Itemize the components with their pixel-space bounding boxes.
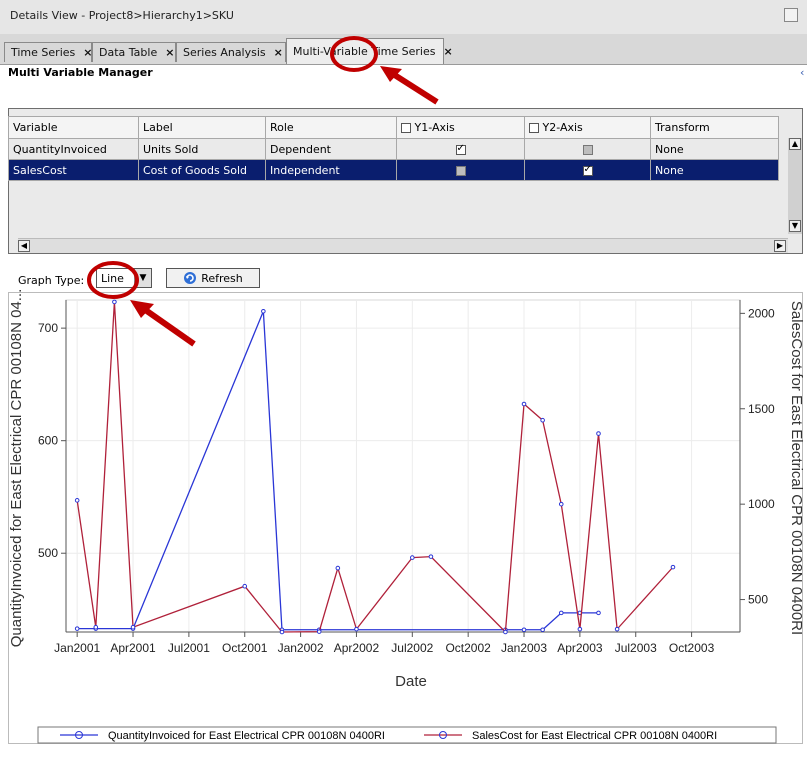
y2-tick-label: 1000 [748, 497, 775, 511]
x-tick-label: Jan2003 [501, 641, 547, 655]
series-salescost-point [279, 629, 285, 635]
legend-label-series-2: SalesCost for East Electrical CPR 00108N… [472, 730, 717, 742]
series-quantity-point [74, 626, 80, 631]
x-tick-label: Jan2001 [54, 641, 100, 655]
x-tick-label: Oct2003 [669, 641, 715, 655]
annotation-circle-graphtype [87, 261, 139, 299]
series-quantity-point [596, 610, 601, 616]
y-tick-label: 500 [38, 546, 58, 560]
x-tick-label: Jul2003 [615, 641, 657, 655]
annotation-overlays [87, 36, 439, 347]
y-tick-label: 700 [38, 321, 58, 335]
series-salescost-point [577, 626, 583, 632]
x-tick-label: Apr2001 [110, 641, 156, 655]
legend-label-series-1: QuantityInvoiced for East Electrical CPR… [108, 730, 385, 742]
series-quantity-point [540, 627, 545, 633]
x-axis-title: Date [395, 673, 427, 690]
y2-axis-title: SalesCost for East Electrical CPR 00108N… [788, 301, 805, 635]
series-salescost-point [558, 501, 564, 507]
series-salescost-point [410, 555, 415, 560]
annotation-arrow-tab [391, 71, 439, 105]
series-salescost-point [428, 554, 434, 559]
series-salescost-point [130, 624, 136, 630]
series-quantity-point [558, 610, 564, 616]
series-salescost-point [335, 565, 341, 571]
x-tick-label: Apr2003 [557, 641, 603, 655]
series-salescost-point [242, 583, 248, 589]
x-tick-label: Jul2001 [168, 641, 210, 655]
annotation-circle-tab [330, 36, 378, 72]
legend: QuantityInvoiced for East Electrical CPR… [37, 726, 777, 744]
series-salescost-point [521, 401, 527, 407]
x-tick-label: Oct2002 [445, 641, 491, 655]
series-salescost-point [503, 629, 508, 635]
series-salescost-point [540, 417, 545, 423]
series-salescost-point [596, 431, 601, 436]
series-salescost-point [670, 564, 676, 570]
line-chart: Jan2001 Apr2001 Jul2001 Oct2001 Jan2002 Apr20… [8, 36, 805, 744]
series-salescost-point [354, 626, 359, 632]
series-salescost-point [93, 624, 99, 630]
y-tick-label: 600 [38, 434, 58, 448]
series-salescost-point [316, 629, 322, 634]
series-quantity-point [521, 627, 527, 633]
plot-area [65, 299, 741, 633]
x-tick-label: Jan2002 [278, 641, 324, 655]
series-salescost-point [112, 299, 117, 305]
x-tick-label: Oct2001 [222, 641, 268, 655]
series-quantity-point [261, 308, 266, 314]
x-tick-label: Apr2002 [334, 641, 380, 655]
y2-tick-label: 2000 [748, 306, 775, 320]
series-salescost-point [614, 626, 620, 632]
series-salescost-point [74, 498, 80, 503]
x-tick-label: Jul2002 [391, 641, 433, 655]
y2-tick-label: 500 [748, 593, 768, 607]
y-axis-title: QuantityInvoiced for East Electrical CPR… [8, 289, 25, 648]
y2-tick-label: 1500 [748, 402, 775, 416]
